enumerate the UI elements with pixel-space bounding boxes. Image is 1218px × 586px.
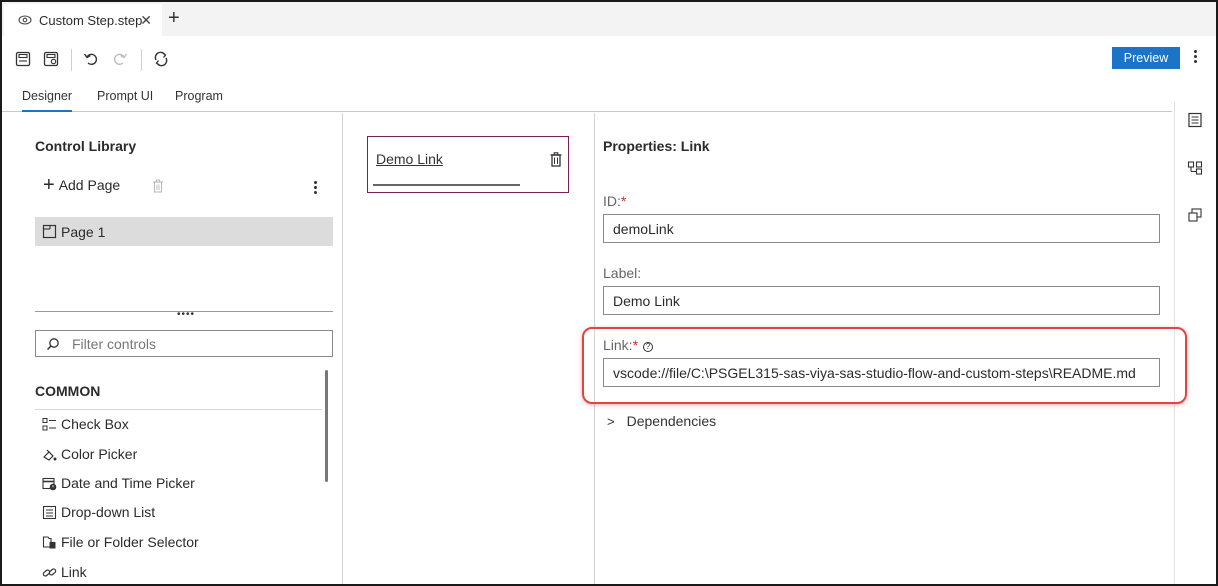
control-item-check-box[interactable]: Check Box	[42, 416, 129, 432]
id-field[interactable]: demoLink	[603, 214, 1160, 243]
canvas-link-text[interactable]: Demo Link	[376, 151, 443, 167]
tab-strip: Custom Step.step ✕ +	[2, 2, 1216, 36]
layout-icon[interactable]	[1187, 160, 1203, 176]
control-item-color-picker[interactable]: Color Picker	[42, 446, 137, 462]
control-item-link[interactable]: Link	[42, 564, 87, 580]
toolbar-divider	[71, 49, 72, 71]
label-value: Demo Link	[613, 292, 680, 309]
tab-designer[interactable]: Designer	[22, 89, 73, 112]
tab-prompt-ui[interactable]: Prompt UI	[97, 89, 153, 103]
check-box-icon	[42, 417, 56, 430]
chevron-right-icon: >	[607, 413, 615, 429]
control-item-file-folder-selector[interactable]: File or Folder Selector	[42, 534, 199, 550]
filter-placeholder: Filter controls	[72, 335, 157, 352]
splitter-grip-icon[interactable]: ••••	[177, 309, 195, 320]
filter-controls-input[interactable]: Filter controls	[35, 330, 333, 357]
annotation-highlight	[582, 327, 1187, 404]
control-library-panel: Control Library + Add Page Page 1 •••• F…	[2, 113, 343, 584]
save-as-icon[interactable]	[43, 51, 59, 67]
more-options-icon[interactable]	[1194, 48, 1197, 65]
resize-handle[interactable]	[373, 184, 520, 186]
control-label: Drop-down List	[61, 504, 156, 520]
id-label: ID:*	[603, 193, 627, 209]
copy-control-icon[interactable]	[1187, 207, 1203, 223]
control-label: Check Box	[61, 416, 129, 432]
required-marker: *	[620, 193, 627, 209]
control-label: Color Picker	[61, 446, 138, 462]
dependencies-label: Dependencies	[626, 413, 717, 429]
properties-title: Properties: Link	[603, 138, 710, 154]
document-tab-title: Custom Step.step	[39, 12, 143, 28]
label-field[interactable]: Demo Link	[603, 286, 1160, 315]
plus-icon: +	[43, 174, 55, 196]
redo-icon[interactable]	[112, 51, 128, 67]
control-library-title: Control Library	[35, 138, 137, 154]
app-window: Custom Step.step ✕ + Preview Designer Pr…	[0, 0, 1218, 586]
section-divider	[35, 409, 322, 410]
add-page-button[interactable]: + Add Page	[43, 174, 121, 196]
close-icon[interactable]: ✕	[140, 12, 152, 29]
control-item-date-time-picker[interactable]: Date and Time Picker	[42, 475, 195, 491]
preview-button[interactable]: Preview	[1112, 47, 1180, 69]
common-section-title: COMMON	[35, 383, 101, 399]
view-tabs: Designer Prompt UI Program	[2, 82, 1172, 112]
page-icon	[42, 224, 57, 239]
search-icon	[46, 337, 59, 350]
add-tab-button[interactable]: +	[168, 7, 180, 29]
refresh-icon[interactable]	[153, 51, 169, 67]
label-label: Label:	[603, 265, 642, 281]
delete-page-icon[interactable]	[152, 179, 164, 193]
properties-panel: Properties: Link ID:* demoLink Label: De…	[582, 113, 1187, 584]
page-options-icon[interactable]	[314, 179, 317, 196]
control-item-drop-down-list[interactable]: Drop-down List	[42, 504, 155, 520]
color-picker-icon	[43, 449, 57, 461]
selected-link-control[interactable]: Demo Link	[367, 136, 569, 193]
page-list-item[interactable]: Page 1	[35, 217, 333, 246]
page-label: Page 1	[61, 223, 106, 240]
dependencies-expander[interactable]: > Dependencies	[607, 413, 716, 429]
control-label: Date and Time Picker	[61, 475, 195, 491]
control-label: Link	[61, 564, 87, 580]
delete-control-icon[interactable]	[550, 152, 562, 167]
save-icon[interactable]	[15, 51, 31, 67]
document-tab[interactable]: Custom Step.step ✕	[4, 4, 162, 36]
controls-scrollbar[interactable]	[325, 370, 328, 482]
page-properties-icon[interactable]	[1187, 112, 1203, 128]
undo-icon[interactable]	[83, 51, 99, 67]
eye-icon	[18, 15, 32, 25]
calendar-icon	[42, 477, 57, 490]
tab-program[interactable]: Program	[175, 89, 223, 103]
id-value: demoLink	[613, 220, 674, 237]
toolbar: Preview	[2, 46, 1216, 74]
toolbar-divider	[141, 49, 142, 71]
drop-down-list-icon	[42, 505, 57, 519]
file-selector-icon	[42, 535, 56, 548]
control-label: File or Folder Selector	[61, 534, 199, 550]
design-canvas: Demo Link	[344, 113, 595, 584]
add-page-label: Add Page	[58, 177, 121, 193]
link-icon	[42, 567, 57, 577]
